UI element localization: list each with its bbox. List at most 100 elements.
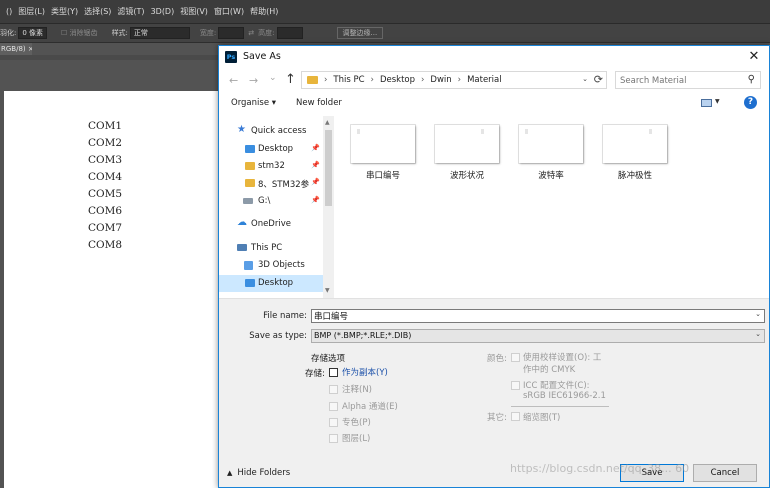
file-item[interactable]: 脉冲极性: [603, 125, 669, 189]
menu-item-layer[interactable]: 图层(L): [18, 6, 45, 17]
close-icon[interactable]: ✕: [739, 46, 769, 68]
height-input[interactable]: [276, 27, 303, 39]
breadcrumb-separator[interactable]: ›: [421, 75, 424, 85]
file-item[interactable]: 串口编号: [351, 125, 417, 189]
up-arrow-icon[interactable]: ↑: [285, 72, 296, 87]
nav-pane-scrollbar[interactable]: ▲ ▼: [323, 116, 334, 298]
nav-item-desktop[interactable]: Desktop: [219, 275, 323, 292]
refine-edge-button[interactable]: 调整边缘...: [336, 27, 384, 39]
file-name: 波形状况: [449, 171, 484, 181]
back-arrow-icon[interactable]: ←: [229, 74, 238, 87]
menu-item-help[interactable]: 帮助(H): [250, 6, 278, 17]
help-icon[interactable]: ?: [744, 96, 757, 109]
chevron-down-icon[interactable]: ⌄: [755, 330, 761, 338]
address-bar: ← → ⌄ ↑ › This PC › Desktop › Dwin › Mat…: [219, 68, 769, 92]
com-label: COM2: [88, 137, 123, 149]
feather-input[interactable]: 0 像素: [18, 27, 48, 39]
nav-item-desktop-pinned[interactable]: Desktop 📌: [219, 141, 323, 158]
pc-icon: [237, 244, 247, 251]
document-tab[interactable]: RGB/8) ×: [0, 43, 32, 55]
forward-arrow-icon[interactable]: →: [249, 74, 258, 87]
thumbnail-checkbox[interactable]: [511, 412, 520, 421]
nav-item-quick-access[interactable]: ★ Quick access: [219, 123, 323, 140]
change-view-button[interactable]: ▼: [701, 98, 720, 108]
file-name: 脉冲极性: [617, 171, 652, 181]
antialias-checkbox[interactable]: ☐ 消除锯齿: [61, 28, 98, 38]
breadcrumb-material[interactable]: Material: [467, 75, 502, 85]
menu-item-3d[interactable]: 3D(D): [151, 7, 175, 16]
nav-item-3d-objects[interactable]: 3D Objects: [219, 257, 323, 274]
save-button[interactable]: Save: [620, 464, 684, 482]
nav-item-label: Desktop: [258, 144, 294, 154]
cancel-button[interactable]: Cancel: [693, 464, 757, 482]
file-thumbnail: [435, 125, 499, 163]
pin-icon[interactable]: 📌: [311, 196, 320, 204]
search-input[interactable]: [620, 74, 738, 87]
recent-locations-icon[interactable]: ⌄: [269, 73, 277, 83]
menu-item[interactable]: (): [6, 7, 12, 16]
search-icon[interactable]: ⚲: [748, 74, 755, 85]
menu-item-view[interactable]: 视图(V): [180, 6, 208, 17]
spot-colors-checkbox[interactable]: [329, 418, 338, 427]
pin-icon[interactable]: 📌: [311, 161, 320, 169]
search-box[interactable]: ⚲: [615, 71, 761, 89]
layers-checkbox[interactable]: [329, 434, 338, 443]
nav-item-stm32[interactable]: stm32 📌: [219, 158, 323, 175]
menu-item-filter[interactable]: 滤镜(T): [117, 6, 144, 17]
notes-checkbox[interactable]: [329, 385, 338, 394]
filename-field[interactable]: ⌄: [311, 309, 765, 323]
breadcrumb-this-pc[interactable]: This PC: [333, 75, 364, 85]
nav-item-stm32-ref[interactable]: 8、STM32参 📌: [219, 175, 323, 192]
scroll-down-icon[interactable]: ▼: [325, 287, 330, 294]
com-label: COM8: [88, 239, 123, 251]
chevron-down-icon[interactable]: ⌄: [582, 75, 588, 83]
style-select[interactable]: 正常: [129, 27, 190, 39]
use-proof-checkbox[interactable]: [511, 353, 520, 362]
organise-button[interactable]: Organise ▾: [231, 98, 276, 108]
nav-item-g-drive[interactable]: G:\ 📌: [219, 193, 323, 210]
menu-item-select[interactable]: 选择(S): [84, 6, 111, 17]
file-list: 串口编号 波形状况 波特率 脉冲极性: [334, 116, 769, 298]
scroll-thumb[interactable]: [325, 130, 332, 206]
file-thumbnail: [603, 125, 667, 163]
save-as-type-select[interactable]: BMP (*.BMP;*.RLE;*.DIB) ⌄: [311, 329, 765, 343]
breadcrumb-separator[interactable]: ›: [371, 75, 374, 85]
dialog-titlebar[interactable]: Ps Save As ✕: [219, 46, 769, 68]
filename-input[interactable]: [314, 310, 744, 322]
path-breadcrumb-box[interactable]: › This PC › Desktop › Dwin › Material ⌄ …: [301, 71, 607, 89]
hide-folders-button[interactable]: ▲ Hide Folders: [227, 468, 290, 478]
nav-item-label: OneDrive: [251, 219, 291, 229]
chevron-down-icon[interactable]: ⌄: [755, 310, 761, 318]
breadcrumb-dwin[interactable]: Dwin: [430, 75, 451, 85]
photoshop-canvas[interactable]: COM1 COM2 COM3 COM4 COM5 COM6 COM7 COM8: [4, 91, 220, 488]
pin-icon[interactable]: 📌: [311, 178, 320, 186]
breadcrumb-separator[interactable]: ›: [324, 75, 327, 85]
icc-profile-checkbox[interactable]: [511, 381, 520, 390]
breadcrumb-desktop[interactable]: Desktop: [380, 75, 415, 85]
folder-icon: [245, 145, 255, 153]
menu-item-window[interactable]: 窗口(W): [214, 6, 244, 17]
scroll-up-icon[interactable]: ▲: [325, 119, 330, 126]
nav-item-this-pc[interactable]: This PC: [219, 240, 323, 257]
alpha-channels-checkbox[interactable]: [329, 402, 338, 411]
nav-item-label: This PC: [251, 243, 283, 253]
menu-item-type[interactable]: 类型(Y): [51, 6, 78, 17]
nav-item-label: 8、STM32参: [258, 180, 310, 190]
feather-label: 羽化:: [0, 29, 17, 37]
pin-icon[interactable]: 📌: [311, 144, 320, 152]
width-input[interactable]: [218, 27, 245, 39]
breadcrumb-separator[interactable]: ›: [458, 75, 461, 85]
nav-item-onedrive[interactable]: ☁ OneDrive: [219, 216, 323, 233]
view-icon: [701, 99, 712, 107]
file-item[interactable]: 波形状况: [435, 125, 501, 189]
swap-icon[interactable]: ⇄: [248, 29, 254, 37]
new-folder-button[interactable]: New folder: [296, 98, 342, 108]
color-label: 颜色:: [487, 354, 507, 364]
as-copy-label[interactable]: 作为副本(Y): [342, 366, 388, 378]
file-item[interactable]: 波特率: [519, 125, 585, 189]
alpha-channels-label: Alpha 通道(E): [342, 402, 398, 412]
save-as-type-label: Save as type:: [249, 331, 307, 341]
refresh-icon[interactable]: ⟳: [594, 73, 603, 86]
nav-item-label: stm32: [258, 161, 285, 171]
as-copy-checkbox[interactable]: [329, 368, 338, 377]
